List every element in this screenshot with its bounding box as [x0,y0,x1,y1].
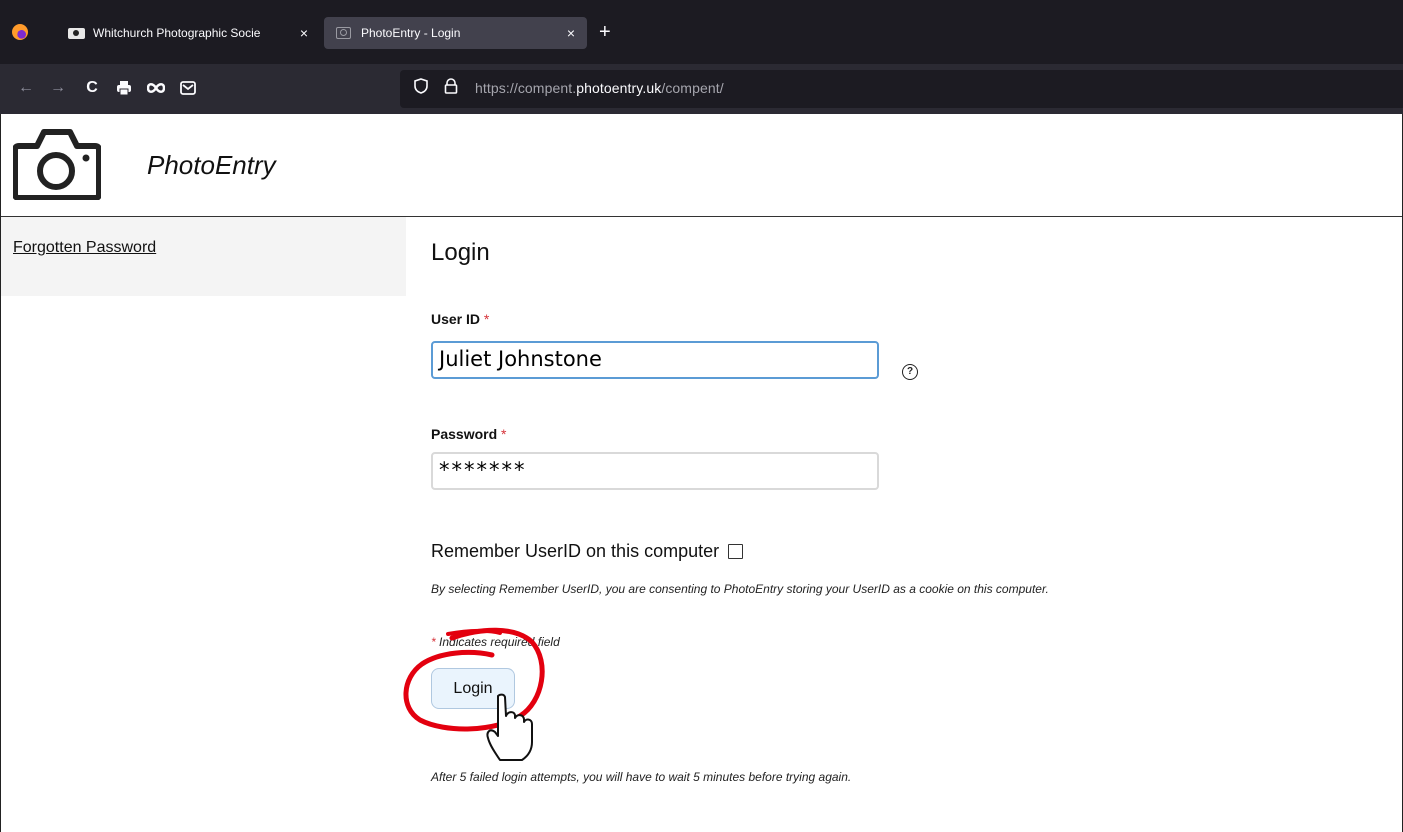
failed-attempts-text: After 5 failed login attempts, you will … [431,770,852,784]
help-icon[interactable]: ? [902,364,918,380]
address-bar[interactable]: https://compent.photoentry.uk/compent/ [400,70,1403,108]
new-tab-button[interactable]: + [599,20,611,44]
url-domain: photoentry.uk [576,80,662,96]
login-button[interactable]: Login [431,668,515,709]
remember-userid: Remember UserID on this computer [431,541,744,562]
camera-favicon-icon [336,27,351,39]
page-content: PhotoEntry Forgotten Password Login User… [0,114,1403,832]
required-mark: * [501,426,507,442]
site-favicon-icon [68,27,85,39]
site-header: PhotoEntry [1,114,1402,217]
tab-close-icon[interactable]: × [294,25,314,41]
forward-icon[interactable]: → [46,76,70,100]
password-label: Password * [431,426,506,442]
shield-icon[interactable] [414,78,428,100]
required-note: * Indicates required field [431,635,560,649]
reload-icon[interactable]: C [80,76,104,100]
infinity-icon[interactable] [144,76,168,100]
camera-logo-icon [13,129,101,200]
sidebar: Forgotten Password [1,217,406,296]
browser-tab-bar: Whitchurch Photographic Socie × PhotoEnt… [0,0,1403,64]
tab-title: PhotoEntry - Login [361,26,461,40]
required-mark: * [483,311,490,327]
required-note-text: Indicates required field [435,635,560,649]
browser-nav-bar: ← → C https://compent.photoentry.uk/comp… [0,64,1403,114]
url-prefix: https://compent. [475,80,577,96]
remember-label: Remember UserID on this computer [431,541,720,561]
tab-photoentry-login[interactable]: PhotoEntry - Login × [324,17,587,49]
lock-icon[interactable] [444,78,458,100]
url-path: /compent/ [661,80,724,96]
remember-checkbox[interactable] [728,544,744,559]
page-title: Login [431,239,490,266]
site-name: PhotoEntry [147,150,276,180]
user-id-input[interactable]: Juliet Johnstone [431,341,879,379]
tab-close-icon[interactable]: × [561,25,581,41]
back-icon[interactable]: ← [14,76,38,100]
url-text: https://compent.photoentry.uk/compent/ [475,80,724,96]
firefox-menu-icon[interactable] [12,24,28,40]
user-id-label-text: User ID [431,311,481,327]
print-icon[interactable] [112,76,136,100]
email-icon[interactable] [176,76,200,100]
user-id-label: User ID * [431,311,489,327]
password-input[interactable]: ******* [431,452,879,490]
consent-text: By selecting Remember UserID, you are co… [431,582,1049,596]
tab-title: Whitchurch Photographic Socie [93,26,261,40]
forgotten-password-link[interactable]: Forgotten Password [13,239,156,257]
password-label-text: Password [431,426,498,442]
tab-whitchurch[interactable]: Whitchurch Photographic Socie × [58,17,320,49]
